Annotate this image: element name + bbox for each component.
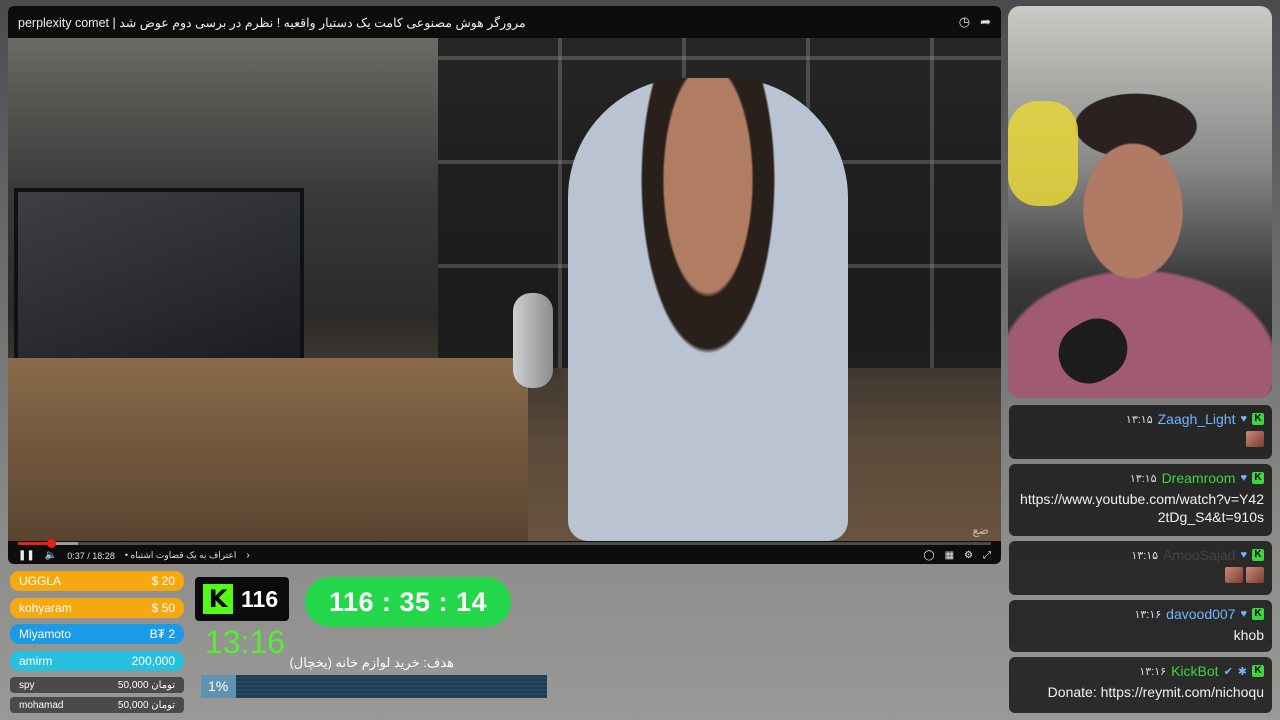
chat-message: K ♥ davood007 ۱۳:۱۶ khob — [1009, 600, 1272, 652]
captions-icon[interactable]: ▦ — [945, 550, 954, 561]
donation-goal-percent: 1% — [208, 678, 229, 694]
donor-name: Miyamoto — [19, 627, 72, 641]
chat-username[interactable]: davood007 — [1166, 606, 1235, 622]
top-donors-list: UGGLA $ 20 kohyaram $ 50 Miyamoto B₮ 2 a… — [10, 571, 184, 717]
chat-panel: K ♥ Zaagh_Light ۱۳:۱۵ K ♥ Dreamroom ۱۳:۱… — [1009, 405, 1272, 717]
chevron-right-icon[interactable]: › — [246, 550, 249, 561]
chat-message-body — [1017, 567, 1264, 587]
video-frame[interactable]: ضع — [8, 38, 1001, 541]
chat-message-body[interactable]: Donate: https://reymit.com/nichoqu — [1017, 683, 1264, 701]
video-player[interactable]: مرورگر هوش مصنوعی کامت یک دستیار واقعیه … — [8, 6, 1001, 564]
channel-watermark: ضع — [972, 523, 989, 537]
donor-item: mohamad 50,000 تومان — [10, 697, 184, 713]
donor-amount: 200,000 — [131, 653, 175, 668]
donor-item: Miyamoto B₮ 2 — [10, 624, 184, 644]
donor-amount: B₮ 2 — [149, 627, 175, 641]
kick-logo-icon: K — [203, 584, 233, 614]
clock-icon[interactable]: ◷ — [959, 14, 970, 30]
donor-name: amirm — [19, 653, 53, 668]
chat-timestamp: ۱۳:۱۶ — [1139, 665, 1167, 678]
chat-message: K ✱ ✔ KickBot ۱۳:۱۶ Donate: https://reym… — [1009, 657, 1272, 713]
kick-badge-icon: K — [1252, 472, 1264, 484]
chat-message: K ♥ AmooSajad ۱۳:۱۵ — [1009, 541, 1272, 595]
follower-counter: K 116 — [195, 577, 289, 621]
current-time: 0:37 — [67, 550, 85, 561]
chat-timestamp: ۱۳:۱۵ — [1125, 413, 1153, 426]
heart-badge-icon: ♥ — [1240, 549, 1247, 561]
chat-username[interactable]: KickBot — [1171, 663, 1218, 679]
heart-badge-icon: ♥ — [1240, 413, 1247, 425]
subathon-timer: 116 : 35 : 14 — [305, 577, 511, 627]
pause-icon[interactable]: ❚❚ — [18, 550, 35, 561]
autoplay-toggle-icon[interactable]: ◯ — [923, 550, 934, 561]
time-separator: / — [87, 550, 90, 561]
donor-item: spy 50,000 تومان — [10, 677, 184, 693]
streamer-microphone — [1047, 307, 1139, 395]
donor-item: UGGLA $ 20 — [10, 571, 184, 591]
donor-name: mohamad — [19, 699, 64, 711]
emote-icon — [1246, 431, 1264, 447]
donor-amount: 50,000 تومان — [117, 679, 175, 691]
donation-goal-label: هدف: خرید لوازم خانه (یخچال) — [289, 655, 454, 670]
chat-message: K ♥ Dreamroom ۱۳:۱۵ https://www.youtube.… — [1009, 464, 1272, 536]
chat-message: K ♥ Zaagh_Light ۱۳:۱۵ — [1009, 405, 1272, 459]
chat-message-body: khob — [1233, 627, 1264, 643]
progress-bar[interactable] — [18, 539, 991, 548]
share-icon[interactable]: ➦ — [980, 14, 991, 30]
heart-badge-icon: ♥ — [1240, 472, 1247, 484]
bot-badge-icon: ✱ — [1237, 665, 1247, 678]
donor-amount: $ 20 — [151, 574, 175, 588]
chat-message-body — [1017, 431, 1264, 451]
emote-icon — [1246, 567, 1264, 583]
chat-username[interactable]: AmooSajad — [1163, 547, 1235, 563]
chapter-title[interactable]: اعتراف به یک قضاوت اشتباه • — [125, 550, 237, 561]
emote-icon — [1225, 567, 1243, 583]
donor-name: UGGLA — [19, 574, 62, 588]
chat-timestamp: ۱۳:۱۵ — [1129, 472, 1157, 485]
webcam-feed — [1008, 6, 1272, 398]
donor-item: amirm 200,000 — [10, 650, 184, 671]
studio-desk — [8, 358, 528, 541]
chat-message-body[interactable]: https://www.youtube.com/watch?v=Y422tDg_… — [1017, 490, 1264, 526]
duration: 18:28 — [92, 550, 115, 561]
chat-timestamp: ۱۳:۱۶ — [1134, 608, 1162, 621]
chat-username[interactable]: Dreamroom — [1162, 470, 1236, 486]
donor-amount: $ 50 — [151, 600, 175, 615]
donor-item: kohyaram $ 50 — [10, 597, 184, 618]
exit-fullscreen-icon[interactable]: ⤢ — [983, 550, 991, 561]
heart-badge-icon: ♥ — [1240, 608, 1247, 620]
volume-icon[interactable]: 🔈 — [45, 550, 57, 561]
donation-goal-bar: 1% — [201, 675, 547, 698]
kick-badge-icon: K — [1252, 413, 1264, 425]
video-title-bar: مرورگر هوش مصنوعی کامت یک دستیار واقعیه … — [8, 6, 1001, 38]
chat-username[interactable]: Zaagh_Light — [1158, 411, 1236, 427]
verified-badge-icon: ✔ — [1223, 665, 1233, 678]
chat-timestamp: ۱۳:۱۵ — [1131, 549, 1159, 562]
background-object — [1008, 101, 1078, 206]
kick-badge-icon: K — [1252, 608, 1264, 620]
player-controls: ❚❚ 🔈 0:37 / 18:28 اعتراف به یک قضاوت اشت… — [18, 547, 991, 564]
donor-amount: 50,000 تومان — [117, 699, 175, 711]
donor-name: spy — [19, 679, 35, 691]
follower-count: 116 — [241, 585, 279, 612]
video-title[interactable]: مرورگر هوش مصنوعی کامت یک دستیار واقعیه … — [18, 15, 526, 30]
donor-name: kohyaram — [19, 600, 72, 615]
presenter — [568, 78, 848, 541]
studio-microphone — [513, 293, 553, 388]
kick-badge-icon: K — [1252, 665, 1264, 677]
kick-badge-icon: K — [1252, 549, 1264, 561]
time-display: 0:37 / 18:28 — [67, 551, 115, 561]
settings-icon[interactable]: ⚙ — [964, 550, 973, 561]
